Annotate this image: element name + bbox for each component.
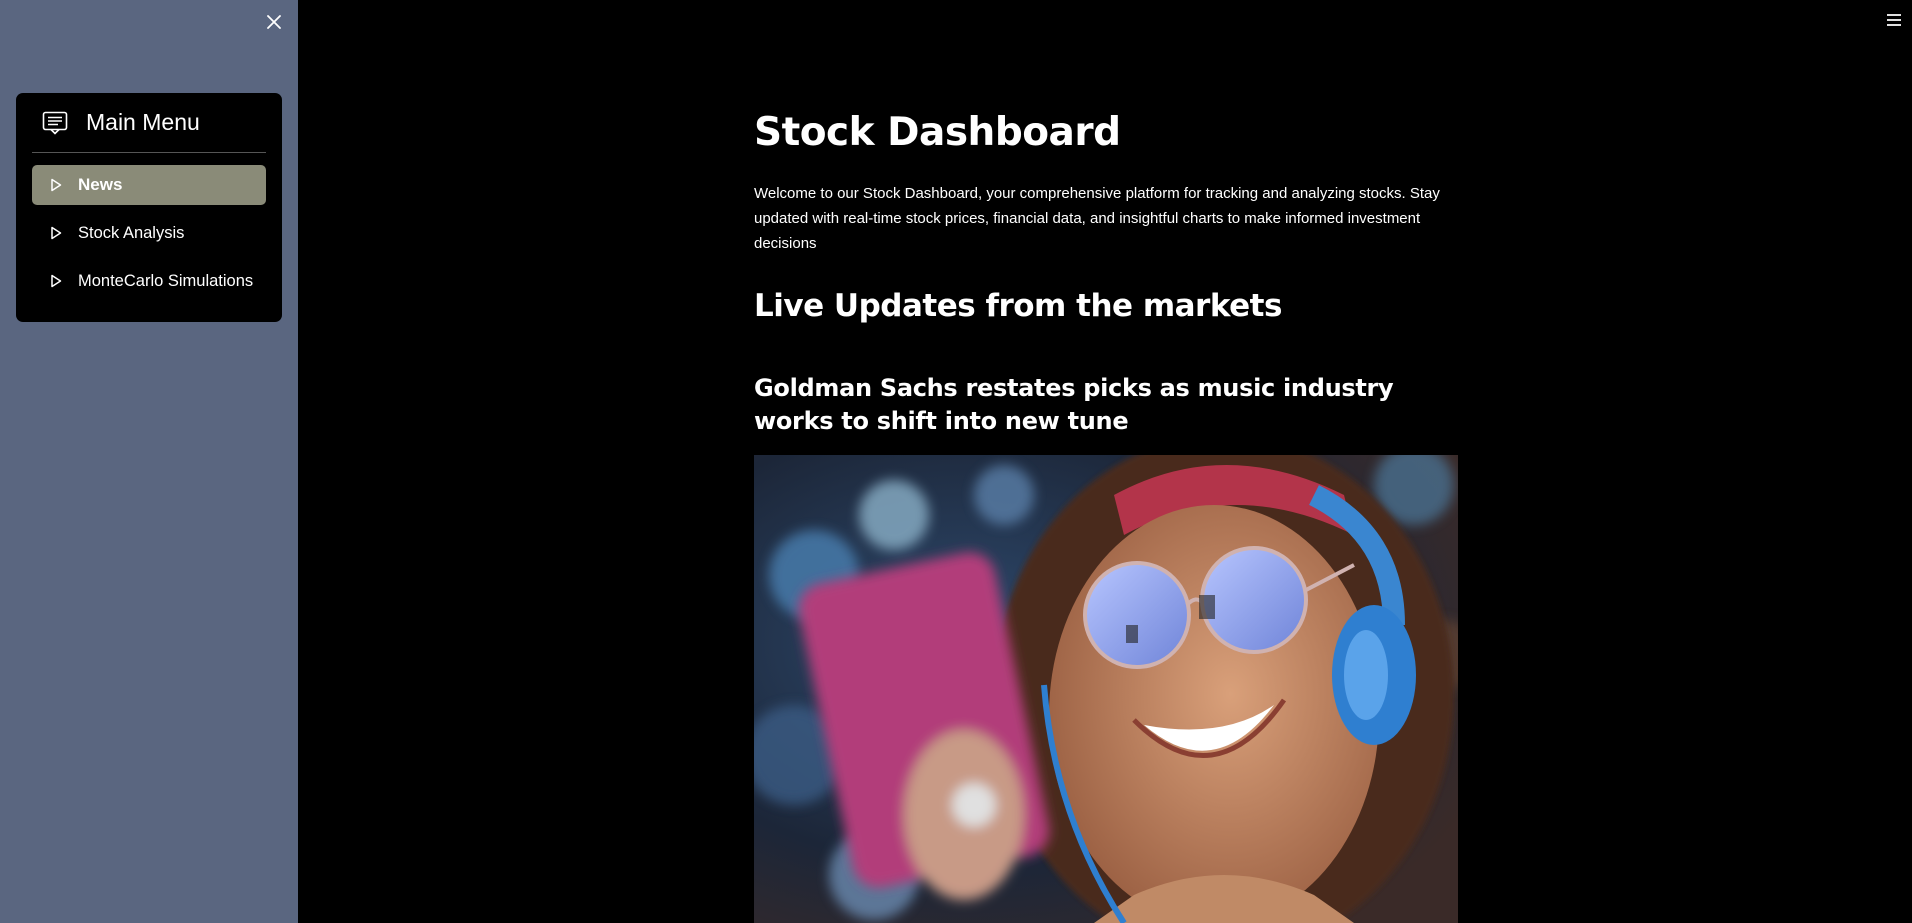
- menu-item-label: MonteCarlo Simulations: [78, 271, 254, 290]
- menu-item-label: News: [78, 175, 123, 194]
- page-title: Stock Dashboard: [754, 110, 1121, 155]
- menu-item-stock-analysis[interactable]: Stock Analysis: [32, 213, 266, 253]
- main-menu: Main Menu News Stock Analysis MonteCarlo…: [16, 93, 282, 322]
- sidebar: Main Menu News Stock Analysis MonteCarlo…: [0, 0, 298, 923]
- hamburger-icon[interactable]: [1884, 12, 1904, 28]
- play-icon: [50, 225, 66, 241]
- menu-header: Main Menu: [32, 93, 266, 153]
- menu-item-news[interactable]: News: [32, 165, 266, 205]
- woman-with-headphones-photo[interactable]: [754, 455, 1458, 923]
- menu-item-label: Stock Analysis: [78, 223, 185, 242]
- article-title[interactable]: Goldman Sachs restates picks as music in…: [754, 372, 1458, 438]
- close-icon[interactable]: [262, 10, 286, 34]
- play-icon: [50, 177, 66, 193]
- menu-card-icon: [42, 109, 70, 137]
- menu-item-montecarlo-simulations[interactable]: MonteCarlo Simulations: [32, 261, 266, 301]
- section-heading: Live Updates from the markets: [754, 288, 1282, 324]
- intro-text: Welcome to our Stock Dashboard, your com…: [754, 185, 1440, 252]
- menu-title: Main Menu: [86, 109, 200, 135]
- play-icon: [50, 273, 66, 289]
